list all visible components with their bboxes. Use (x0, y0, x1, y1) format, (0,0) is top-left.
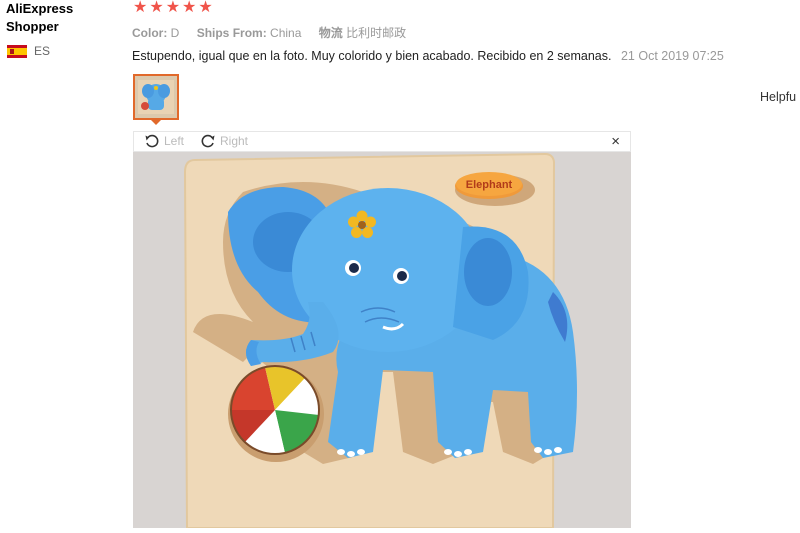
star-icon: ★ (133, 0, 148, 16)
close-icon[interactable]: × (611, 133, 620, 150)
star-icon: ★ (165, 0, 181, 16)
logistics-label: 物流 (318, 26, 343, 40)
rotate-left-button[interactable]: Left (144, 133, 184, 149)
star-icon: ★ (182, 0, 197, 16)
thumbnail-selected-caret (151, 120, 161, 125)
review-date: 21 Oct 2019 07:25 (620, 49, 724, 63)
image-viewer-toolbar: Left Right × (133, 131, 631, 152)
review-meta: Color: D Ships From: China 物流 比利时邮政 (132, 24, 420, 41)
country-code: ES (34, 44, 51, 58)
review-photo: Elephant (133, 152, 631, 529)
star-icon: ★ (149, 0, 164, 16)
rotate-right-button[interactable]: Right (200, 133, 248, 149)
spain-flag-icon (7, 44, 27, 58)
rotate-right-label: Right (220, 134, 249, 148)
review-photo-thumbnail[interactable] (133, 74, 179, 120)
color-label: Color: (132, 26, 168, 40)
reviewer-name: AliExpress Shopper (6, 1, 74, 34)
reviewer-country: ES (7, 44, 50, 58)
review-text-row: Estupendo, igual que en la foto. Muy col… (132, 49, 724, 63)
ships-from-label: Ships From: (196, 26, 267, 40)
color-value: D (170, 26, 180, 40)
ships-from-value: China (270, 26, 302, 40)
star-icon: ★ (198, 0, 213, 16)
rotate-left-label: Left (164, 134, 185, 148)
elephant-label-text: Elephant (466, 179, 513, 191)
logistics-value: 比利时邮政 (346, 26, 407, 40)
rotate-left-icon (145, 134, 159, 148)
rotate-right-icon (201, 134, 215, 148)
helpful-label[interactable]: Helpfu (760, 90, 796, 104)
star-rating: ★ ★ ★ ★ ★ (133, 0, 213, 16)
review-text: Estupendo, igual que en la foto. Muy col… (132, 49, 612, 63)
